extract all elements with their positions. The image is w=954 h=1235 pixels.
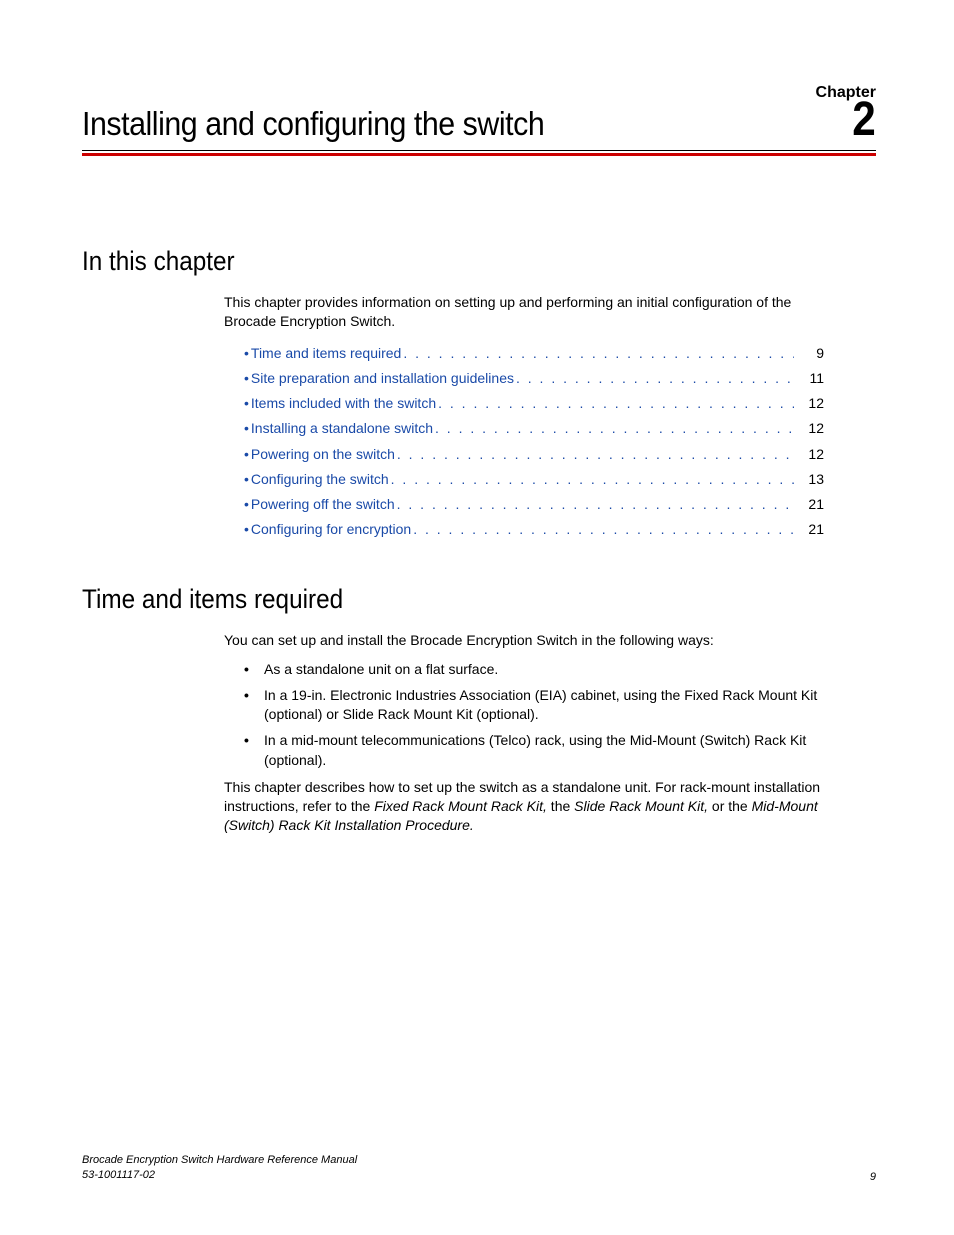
toc-page: 21	[796, 492, 824, 517]
toc-link[interactable]: Time and items required	[251, 341, 401, 366]
toc-link[interactable]: Powering on the switch	[251, 442, 395, 467]
footer-page-number: 9	[870, 1171, 876, 1183]
list-item: As a standalone unit on a flat surface.	[244, 660, 824, 680]
toc-dots	[397, 442, 794, 467]
toc-item: •Installing a standalone switch12	[244, 416, 824, 441]
toc-item: •Time and items required9	[244, 341, 824, 366]
chapter-title: Installing and configuring the switch	[82, 105, 544, 143]
toc-dots	[413, 517, 794, 542]
toc-link[interactable]: Installing a standalone switch	[251, 416, 433, 441]
install-ways-list: As a standalone unit on a flat surface. …	[244, 660, 824, 770]
toc-item: •Configuring the switch13	[244, 467, 824, 492]
toc-page: 12	[796, 416, 824, 441]
toc-link[interactable]: Site preparation and installation guidel…	[251, 366, 514, 391]
toc-item: •Powering on the switch12	[244, 442, 824, 467]
toc-link[interactable]: Configuring for encryption	[251, 517, 411, 542]
toc-link[interactable]: Items included with the switch	[251, 391, 436, 416]
list-item: In a mid-mount telecommunications (Telco…	[244, 731, 824, 770]
list-item: In a 19-in. Electronic Industries Associ…	[244, 686, 824, 725]
toc-item: •Items included with the switch12	[244, 391, 824, 416]
toc-page: 12	[796, 391, 824, 416]
toc-page: 9	[796, 341, 824, 366]
toc-page: 13	[796, 467, 824, 492]
toc-page: 11	[796, 366, 824, 391]
time-items-intro: You can set up and install the Brocade E…	[224, 631, 824, 650]
chapter-number: 2	[853, 96, 876, 144]
toc-dots	[516, 366, 794, 391]
toc-dots	[403, 341, 794, 366]
toc-link[interactable]: Powering off the switch	[251, 492, 395, 517]
toc-link[interactable]: Configuring the switch	[251, 467, 389, 492]
footer-doc-title: Brocade Encryption Switch Hardware Refer…	[82, 1153, 357, 1168]
toc-item: •Configuring for encryption21	[244, 517, 824, 542]
toc-dots	[397, 492, 794, 517]
toc-dots	[438, 391, 794, 416]
chapter-header: Chapter Installing and configuring the s…	[82, 84, 876, 156]
toc-list: •Time and items required9 •Site preparat…	[244, 341, 824, 543]
toc-dots	[391, 467, 794, 492]
toc-item: •Powering off the switch21	[244, 492, 824, 517]
intro-paragraph: This chapter provides information on set…	[224, 293, 824, 331]
toc-page: 12	[796, 442, 824, 467]
footer-doc-id: 53-1001117-02	[82, 1168, 357, 1183]
rule-accent	[82, 153, 876, 156]
heading-time-items: Time and items required	[82, 584, 797, 615]
rule-divider	[82, 150, 876, 151]
toc-item: •Site preparation and installation guide…	[244, 366, 824, 391]
toc-dots	[435, 416, 794, 441]
time-items-refs: This chapter describes how to set up the…	[224, 778, 824, 835]
page-footer: Brocade Encryption Switch Hardware Refer…	[82, 1153, 876, 1183]
heading-in-this-chapter: In this chapter	[82, 246, 797, 277]
toc-page: 21	[796, 517, 824, 542]
